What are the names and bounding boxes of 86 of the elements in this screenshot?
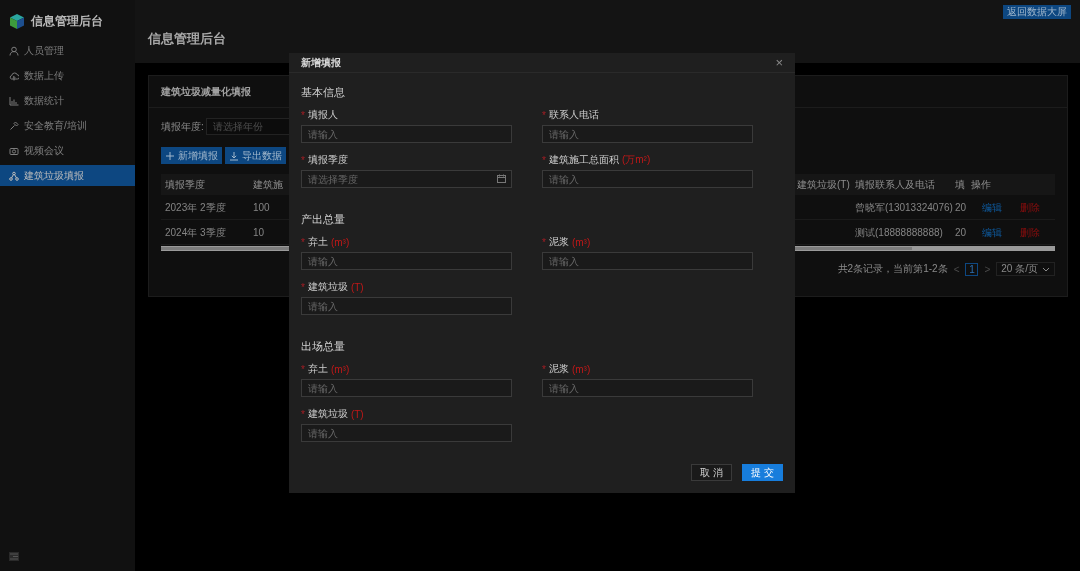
close-button[interactable]: × (773, 56, 785, 69)
field-label: 弃土 (307, 235, 328, 249)
field-label: 泥浆 (548, 362, 569, 376)
field-label: 建筑垃圾 (307, 280, 348, 294)
unit-label: (T) (350, 281, 364, 293)
page-button[interactable]: 1 (965, 262, 979, 276)
tool-icon (9, 120, 19, 131)
app-title: 信息管理后台 (31, 12, 103, 30)
toolbar-button[interactable]: 新增填报 (161, 147, 222, 164)
plus-icon (165, 150, 175, 161)
cube-logo-icon (9, 12, 25, 30)
table-cell: 2023年 2季度 (161, 195, 253, 220)
dialog-title: 新增填报 (301, 55, 341, 70)
cloud-icon (9, 70, 19, 81)
column-header: 建筑施 (253, 174, 287, 195)
required-mark: * (542, 363, 546, 375)
calendar-icon (497, 174, 506, 183)
collapse-menu-icon (9, 552, 19, 561)
required-mark: * (301, 408, 305, 420)
table-cell: 10 (253, 220, 287, 245)
input-field[interactable]: 请输入 (301, 379, 512, 397)
sidebar-item[interactable]: 视频会议 (0, 138, 135, 163)
field-label: 建筑垃圾 (307, 407, 348, 421)
submit-button[interactable]: 提 交 (742, 464, 783, 481)
sidebar-item[interactable]: 数据上传 (0, 63, 135, 88)
input-field[interactable]: 请输入 (301, 125, 512, 143)
sidebar-item[interactable]: 安全教育/培训 (0, 113, 135, 138)
page-title: 信息管理后台 (148, 30, 227, 48)
required-mark: * (301, 363, 305, 375)
required-mark: * (542, 236, 546, 248)
network-icon (9, 170, 19, 181)
sidebar-item[interactable]: 人员管理 (0, 38, 135, 63)
table-cell: 2024年 3季度 (161, 220, 253, 245)
field-label: 联系人电话 (548, 108, 599, 122)
section-title: 出场总量 (301, 339, 346, 354)
filter-label: 填报年度: (161, 119, 204, 134)
field-label: 填报人 (307, 108, 338, 122)
column-header: 填报联系人及电话 (855, 174, 955, 195)
section-title: 产出总量 (301, 212, 346, 227)
field-label: 弃土 (307, 362, 328, 376)
field-label: 建筑施工总面积 (548, 153, 619, 167)
required-mark: * (301, 236, 305, 248)
bar-chart-icon (9, 95, 19, 106)
unit-label: (m³) (330, 363, 350, 375)
input-field[interactable]: 请输入 (301, 424, 512, 442)
page-size-select[interactable]: 20 条/页 (996, 262, 1055, 276)
unit-label: (T) (350, 408, 364, 420)
input-field[interactable]: 请输入 (542, 252, 753, 270)
input-field[interactable]: 请输入 (301, 252, 512, 270)
field-label: 填报季度 (307, 153, 348, 167)
table-cell: 20 (955, 220, 969, 245)
date-field[interactable]: 请选择季度 (301, 170, 512, 188)
toolbar-button[interactable]: 导出数据 (225, 147, 286, 164)
table-cell: 20 (955, 195, 969, 220)
unit-label: (万m²) (621, 153, 651, 167)
field-label: 泥浆 (548, 235, 569, 249)
input-field[interactable]: 请输入 (542, 170, 753, 188)
section-title: 基本信息 (301, 85, 346, 100)
cancel-button[interactable]: 取 消 (691, 464, 733, 481)
edit-link[interactable]: 编辑 (982, 195, 1002, 219)
user-icon (9, 45, 19, 56)
unit-label: (m³) (330, 236, 350, 248)
unit-label: (m³) (571, 236, 591, 248)
pagination-summary: 共2条记录，当前第1-2条 (837, 262, 948, 276)
required-mark: * (542, 154, 546, 166)
back-button[interactable]: 返回数据大屏 (1003, 5, 1071, 19)
column-header: 操作 (969, 174, 1055, 195)
table-cell: 测试(18888888888) (855, 220, 955, 245)
required-mark: * (542, 109, 546, 121)
column-header: 填 (955, 174, 969, 195)
column-header: 填报季度 (161, 174, 253, 195)
input-field[interactable]: 请输入 (301, 297, 512, 315)
sidebar-item[interactable]: 建筑垃圾填报 (0, 165, 135, 186)
edit-link[interactable]: 编辑 (982, 220, 1002, 244)
sidebar-item[interactable]: 数据统计 (0, 88, 135, 113)
required-mark: * (301, 109, 305, 121)
caret-down-icon (1042, 266, 1050, 272)
download-icon (229, 150, 239, 161)
input-field[interactable]: 请输入 (542, 125, 753, 143)
required-mark: * (301, 154, 305, 166)
unit-label: (m³) (571, 363, 591, 375)
camera-icon (9, 145, 19, 156)
input-field[interactable]: 请输入 (542, 379, 753, 397)
required-mark: * (301, 281, 305, 293)
table-cell: 100 (253, 195, 287, 220)
table-cell: 曾晓军(13013324076) (855, 195, 955, 220)
